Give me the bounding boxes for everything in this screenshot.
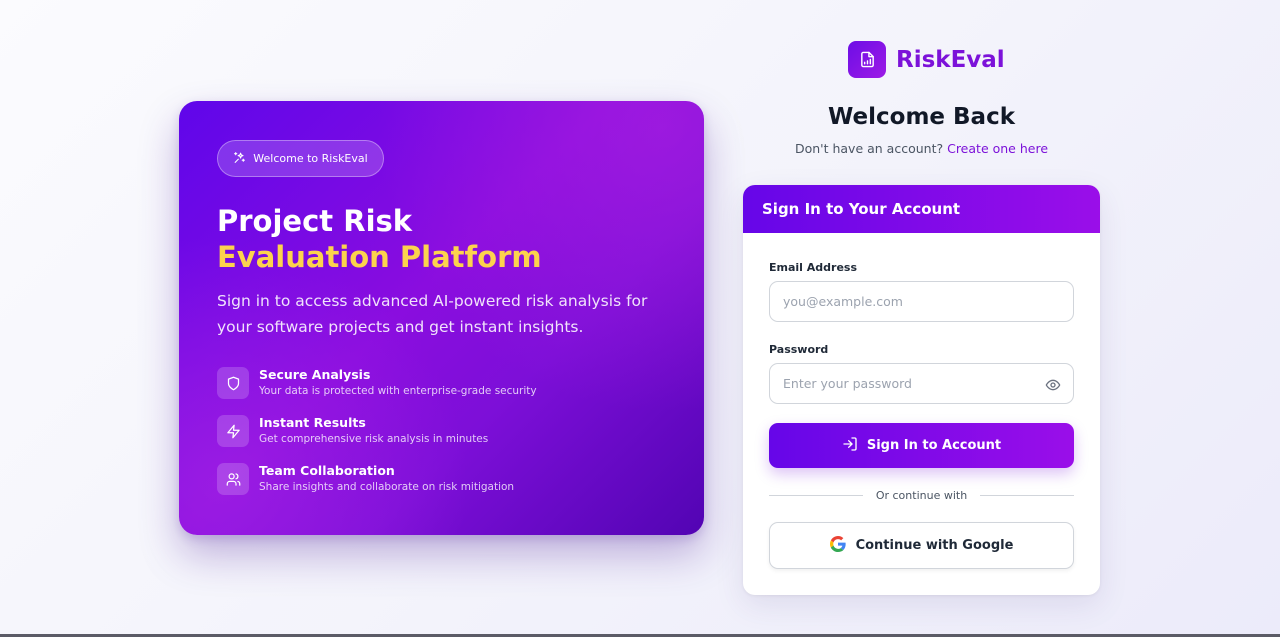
hero-title-line2: Evaluation Platform [217,240,542,274]
feature-list: Secure Analysis Your data is protected w… [217,367,537,511]
signup-prompt-text: Don't have an account? [794,141,944,156]
lightning-icon [217,415,249,447]
feature-title: Team Collaboration [259,463,395,478]
divider-line [769,494,863,496]
feature-description: Get comprehensive risk analysis in minut… [259,433,489,445]
hero-description: Sign in to access advanced AI-powered ri… [217,292,648,336]
divider: Or continue with [769,487,1074,503]
feature-item: Instant Results Get comprehensive risk a… [217,415,537,463]
hero-title: Project Risk Evaluation Platform [217,203,542,275]
password-label: Password [769,343,829,356]
sign-in-icon [842,436,858,456]
users-icon [217,463,249,495]
sign-in-button[interactable]: Sign In to Account [769,423,1074,468]
sparkles-icon [233,151,246,167]
welcome-badge: Welcome to RiskEval [217,140,384,177]
welcome-badge-label: Welcome to RiskEval [253,152,368,165]
page-title: Welcome Back [827,104,1016,130]
signin-card-header: Sign In to Your Account [743,185,1100,233]
eye-icon[interactable] [1044,376,1062,394]
google-button-label: Continue with Google [855,538,1014,553]
feature-description: Your data is protected with enterprise-g… [259,385,537,397]
brand-name: RiskEval [896,46,1005,73]
brand: RiskEval [848,41,1005,78]
hero-card: Welcome to RiskEval Project Risk Evaluat… [179,101,704,535]
email-field[interactable] [769,281,1074,322]
feature-title: Instant Results [259,415,366,430]
feature-description: Share insights and collaborate on risk m… [259,481,515,493]
document-chart-icon [848,41,886,78]
feature-item: Team Collaboration Share insights and co… [217,463,537,511]
divider-line [980,494,1074,496]
create-account-link[interactable]: Create one here [947,141,1048,156]
sign-in-button-label: Sign In to Account [866,438,1002,453]
google-icon [829,535,846,556]
google-signin-button[interactable]: Continue with Google [769,522,1074,569]
signup-prompt: Don't have an account? Create one here [743,141,1100,156]
password-field[interactable] [769,363,1074,404]
feature-title: Secure Analysis [259,367,371,382]
signin-card: Sign In to Your Account Email Address Pa… [743,185,1100,595]
shield-icon [217,367,249,399]
hero-title-line1: Project Risk [217,204,413,238]
divider-text: Or continue with [875,488,968,502]
feature-item: Secure Analysis Your data is protected w… [217,367,537,415]
email-label: Email Address [769,261,858,274]
